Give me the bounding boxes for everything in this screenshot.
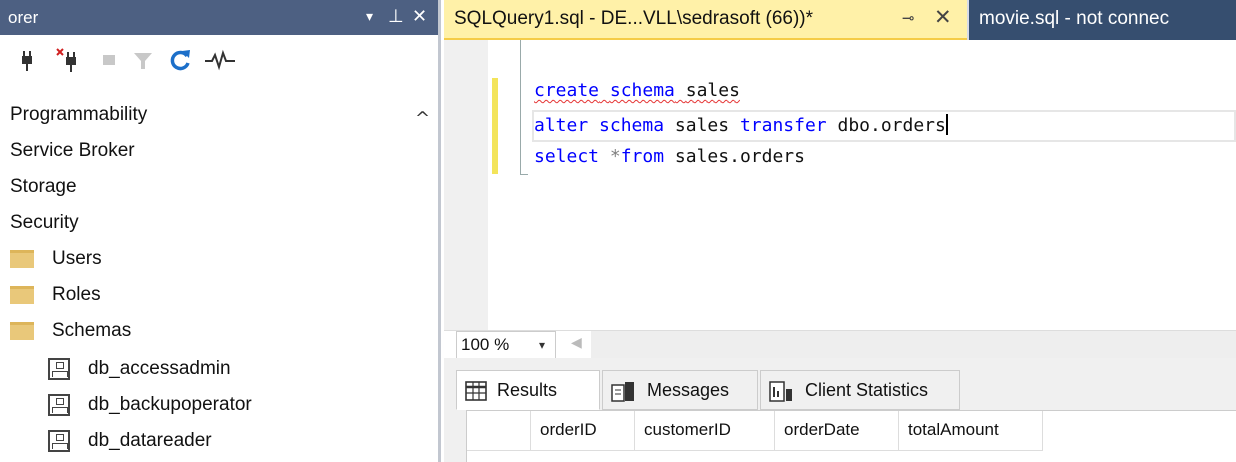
connect-icon[interactable] [14, 47, 40, 73]
stop-icon[interactable] [96, 47, 122, 73]
activity-monitor-icon[interactable] [204, 47, 236, 73]
results-grid[interactable]: orderID customerID orderDate totalAmount [466, 410, 1236, 462]
operator-star: * [609, 146, 621, 167]
tree-node-db-datareader[interactable]: db_datareader [0, 424, 438, 458]
column-header-label: orderID [540, 420, 597, 439]
dock-dropdown-icon[interactable]: ▾ [366, 9, 373, 25]
tab-label: SQLQuery1.sql - DE...VLL\sedrasoft (66))… [454, 8, 814, 29]
keyword-schema: schema [599, 115, 665, 136]
code-line-1[interactable]: create schema sales [534, 80, 740, 101]
outline-indicator-end [520, 174, 528, 175]
identifier-sales: sales [685, 80, 740, 101]
tree-node-schemas[interactable]: Schemas [0, 314, 438, 348]
tree-node-programmability[interactable]: Programmability [0, 98, 438, 132]
column-header-orderid[interactable]: orderID [531, 411, 635, 451]
object-explorer-panel: orer ▾ ⊥ ✕ ^ Programmability Service Bro… [0, 0, 441, 462]
schema-icon [48, 394, 70, 416]
tab-messages[interactable]: Messages [602, 370, 758, 410]
column-header-label: orderDate [784, 420, 860, 439]
tree-node-label: Security [10, 212, 79, 233]
pin-tab-icon[interactable]: ⊸ [902, 9, 915, 27]
tab-results[interactable]: Results [456, 370, 600, 410]
object-explorer-toolbar [0, 35, 438, 90]
horizontal-scrollbar[interactable] [591, 331, 1236, 359]
tree-node-users[interactable]: Users [0, 242, 438, 276]
keyword-select: select [534, 146, 600, 167]
disconnect-icon[interactable] [56, 47, 82, 73]
row-header-column [467, 411, 531, 451]
object-explorer-title-bar: orer ▾ ⊥ ✕ [0, 0, 438, 35]
tab-movie-sql[interactable]: movie.sql - not connec [969, 0, 1236, 40]
schema-icon [48, 430, 70, 452]
statistics-icon [769, 381, 792, 402]
folder-icon [10, 286, 34, 304]
tree-node-label: db_datareader [88, 430, 212, 451]
tree-node-label: Users [52, 248, 102, 269]
tree-node-db-accessadmin[interactable]: db_accessadmin [0, 352, 438, 386]
tab-label: movie.sql - not connec [979, 8, 1170, 29]
document-tab-strip: SQLQuery1.sql - DE...VLL\sedrasoft (66))… [444, 0, 1236, 40]
results-pane: Results Messages Client Statistics order… [444, 358, 1236, 462]
tab-label: Client Statistics [805, 380, 929, 400]
tree-node-storage[interactable]: Storage [0, 170, 438, 204]
change-tracking-margin [492, 78, 498, 174]
column-header-totalamount[interactable]: totalAmount [899, 411, 1043, 451]
column-header-label: totalAmount [908, 420, 999, 439]
refresh-icon[interactable] [168, 47, 194, 73]
tab-label: Messages [647, 380, 730, 400]
tab-sqlquery1[interactable]: SQLQuery1.sql - DE...VLL\sedrasoft (66))… [444, 0, 967, 40]
column-header-label: customerID [644, 420, 731, 439]
identifier-sales: sales [674, 115, 730, 136]
close-tab-icon[interactable]: ✕ [934, 5, 952, 29]
tree-node-label: Schemas [52, 320, 132, 341]
tree-node-db-backupoperator[interactable]: db_backupoperator [0, 388, 438, 422]
zoom-dropdown[interactable]: 100 % ▾ [456, 331, 556, 359]
tree-node-label: db_backupoperator [88, 394, 252, 415]
tree-node-label: Service Broker [10, 140, 135, 161]
tree-node-security[interactable]: Security [0, 206, 438, 240]
messages-icon [611, 382, 634, 402]
keyword-from: from [620, 146, 665, 167]
object-explorer-title: orer [8, 8, 39, 27]
column-header-orderdate[interactable]: orderDate [775, 411, 899, 451]
code-line-3[interactable]: select *from sales.orders [534, 146, 805, 167]
scroll-left-icon[interactable]: ◀ [571, 335, 582, 351]
tree-node-label: Storage [10, 176, 77, 197]
keyword-transfer: transfer [739, 115, 827, 136]
folder-icon [10, 322, 34, 340]
chevron-down-icon[interactable]: ▾ [539, 338, 545, 352]
pin-icon[interactable]: ⊥ [388, 6, 404, 27]
keyword-alter: alter [534, 115, 589, 136]
identifier-dbo-orders: dbo.orders [837, 115, 946, 136]
tree-node-label: Roles [52, 284, 101, 305]
schema-icon [48, 358, 70, 380]
text-caret [945, 114, 948, 135]
keyword-schema: schema [609, 80, 675, 101]
tree-node-label: Programmability [10, 104, 148, 125]
zoom-value: 100 % [461, 335, 510, 354]
column-header-customerid[interactable]: customerID [635, 411, 775, 451]
editor-gutter [444, 40, 488, 330]
editor-status-bar: 100 % ▾ ◀ [444, 330, 1236, 359]
folder-icon [10, 250, 34, 268]
grid-icon [465, 381, 487, 401]
query-editor[interactable]: create schema sales alter schema sales t… [444, 40, 1236, 330]
tree-node-service-broker[interactable]: Service Broker [0, 134, 438, 168]
code-line-2[interactable]: alter schema sales transfer dbo.orders [534, 114, 948, 136]
identifier-sales-orders: sales.orders [674, 146, 805, 167]
close-icon[interactable]: ✕ [412, 6, 427, 27]
tab-label: Results [497, 380, 558, 400]
tree-node-roles[interactable]: Roles [0, 278, 438, 312]
filter-icon[interactable] [130, 47, 156, 73]
tree-node-label: db_accessadmin [88, 358, 231, 379]
keyword-create: create [534, 80, 600, 101]
outline-indicator [520, 40, 521, 175]
tab-client-statistics[interactable]: Client Statistics [760, 370, 960, 410]
